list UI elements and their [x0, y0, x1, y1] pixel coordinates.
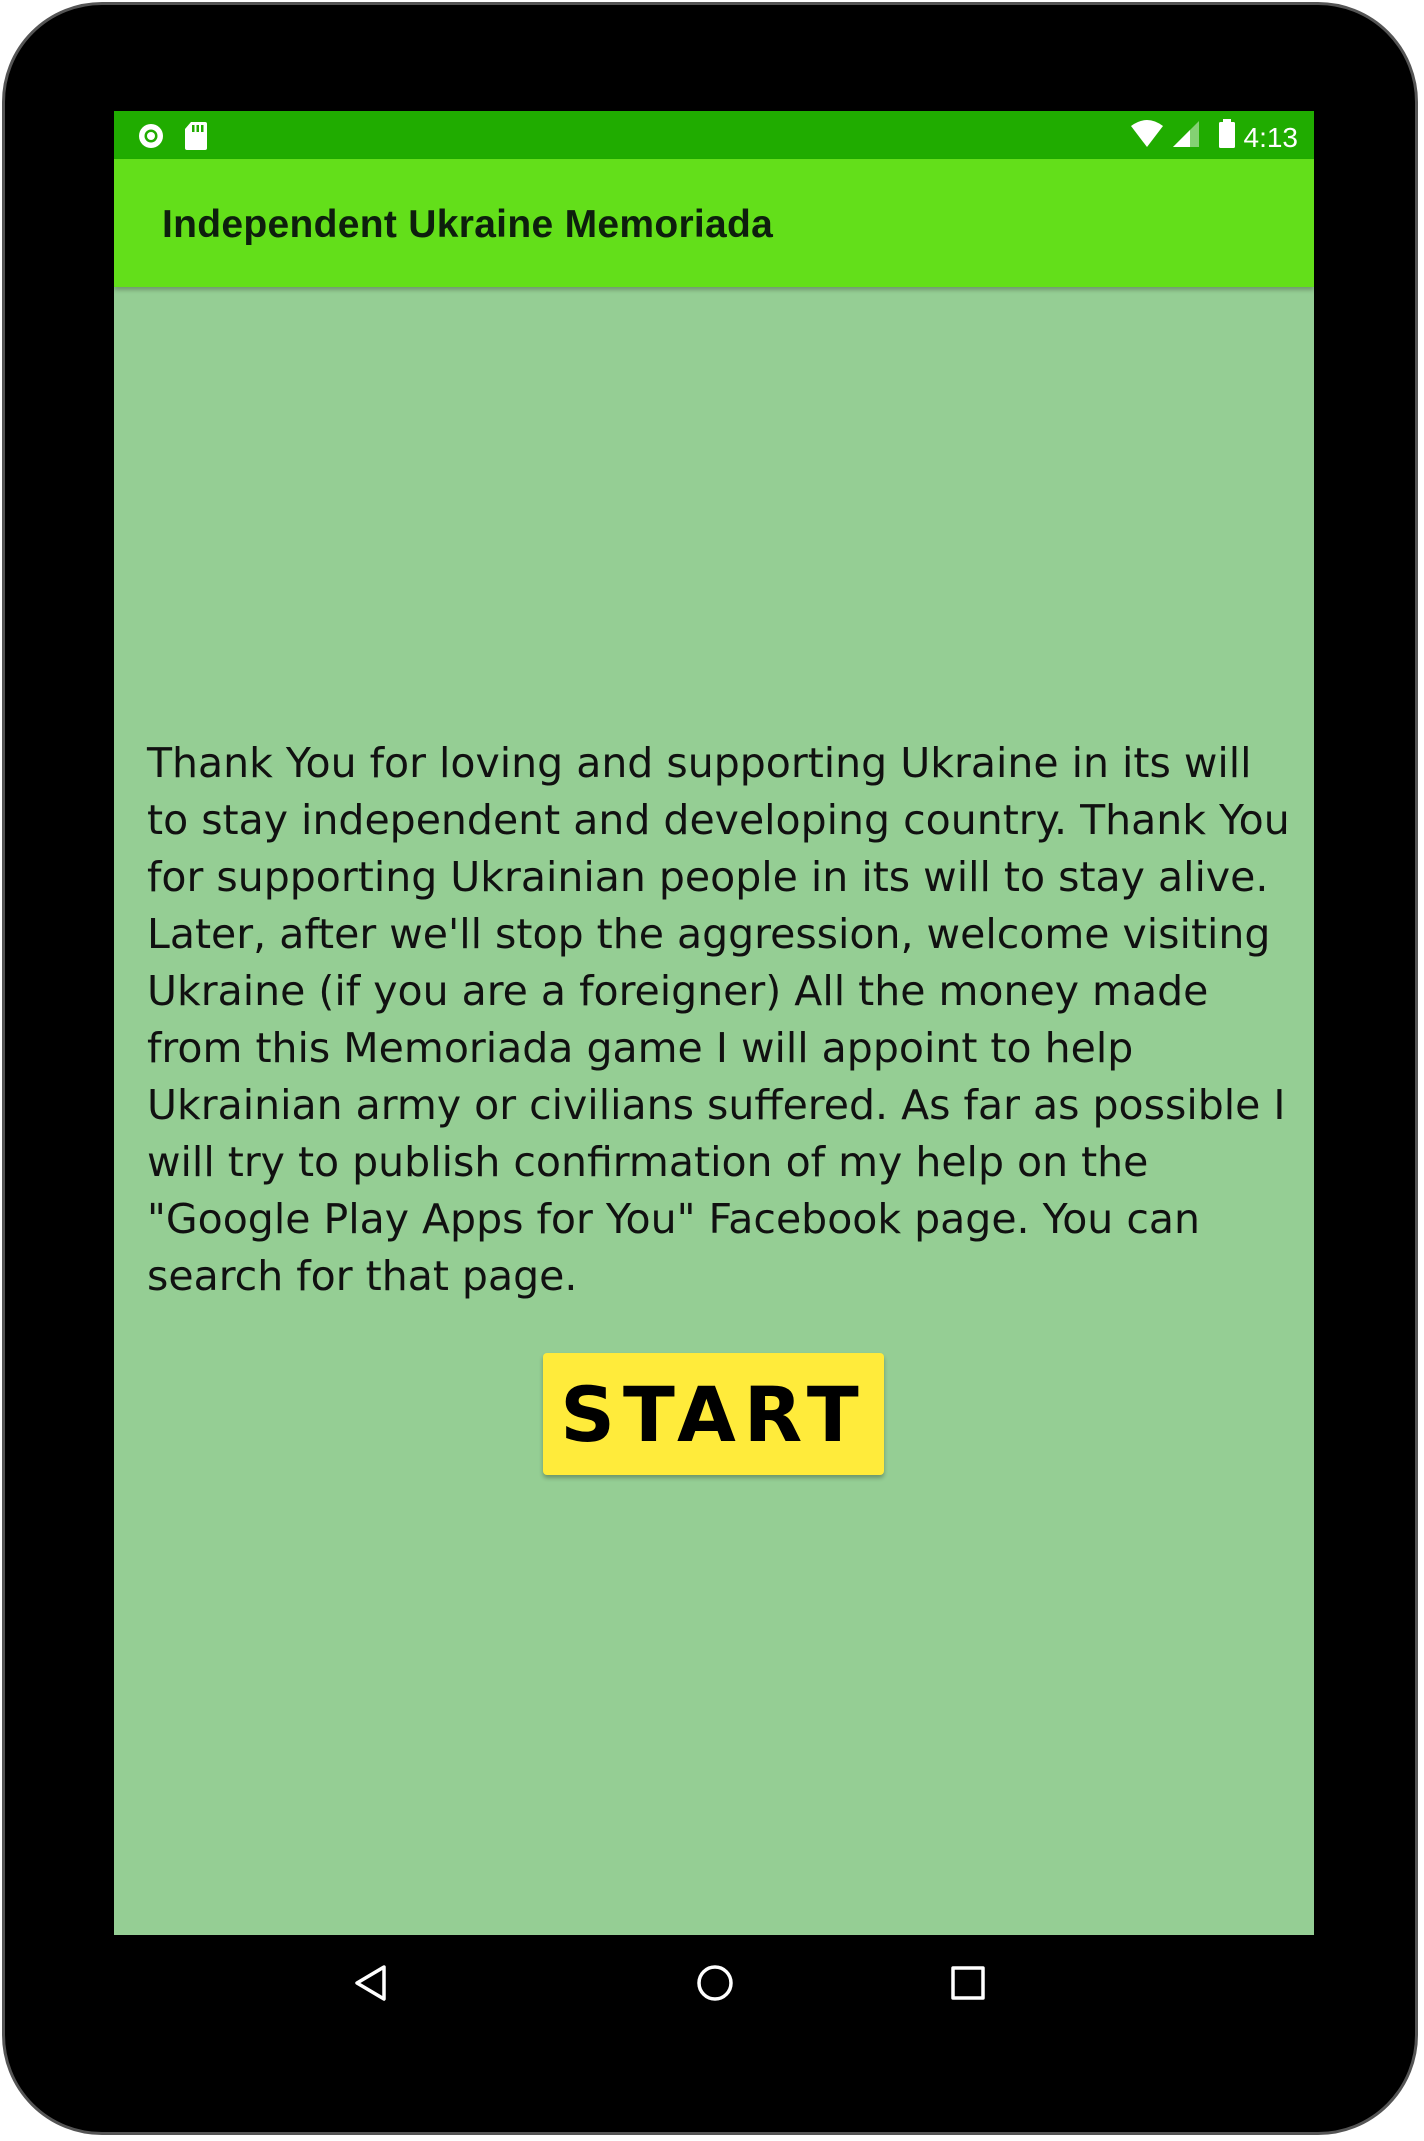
status-right-icons: 4:13: [1130, 119, 1299, 156]
clock: 4:13: [1243, 121, 1299, 153]
battery-icon: [1218, 119, 1236, 156]
wifi-icon: [1130, 120, 1164, 155]
home-icon[interactable]: [689, 1957, 741, 2009]
back-icon[interactable]: [345, 1957, 397, 2009]
navigation-bar: [114, 1935, 1314, 2031]
sd-card-icon: [184, 121, 208, 156]
recents-icon[interactable]: [942, 1957, 994, 2009]
status-left-icons: [136, 121, 208, 156]
app-bar: Independent Ukraine Memoriada: [114, 159, 1314, 287]
signal-icon: [1172, 120, 1200, 155]
sync-icon: [136, 121, 166, 156]
thank-you-message: Thank You for loving and supporting Ukra…: [147, 739, 1290, 1300]
screen: 4:13 Independent Ukraine Memoriada Thank…: [114, 111, 1314, 1935]
status-bar: 4:13: [114, 111, 1314, 159]
app-title: Independent Ukraine Memoriada: [162, 203, 774, 246]
main-content: Thank You for loving and supporting Ukra…: [114, 287, 1314, 1935]
start-button[interactable]: START: [543, 1353, 884, 1475]
